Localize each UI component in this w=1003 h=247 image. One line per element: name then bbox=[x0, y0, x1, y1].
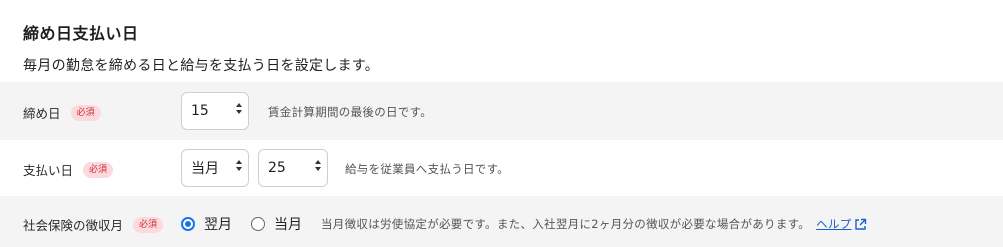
external-link-icon bbox=[854, 218, 866, 230]
closing-day-row: 締め日 必須 15 賃金計算期間の最後の日です。 bbox=[0, 82, 1003, 140]
pay-day-select[interactable]: 25 bbox=[258, 149, 328, 187]
closing-day-select[interactable]: 15 bbox=[181, 92, 249, 130]
up-down-arrows-icon bbox=[315, 160, 321, 171]
section-title: 締め日支払い日 bbox=[23, 24, 139, 43]
required-badge: 必須 bbox=[70, 104, 101, 121]
pay-day-label-group: 支払い日 必須 bbox=[23, 160, 114, 179]
pay-day-hint: 給与を従業員へ支払う日です。 bbox=[345, 162, 510, 176]
radio-next-month-label: 翌月 bbox=[204, 217, 232, 233]
closing-day-label-group: 締め日 必須 bbox=[23, 103, 101, 122]
social-insurance-label-group: 社会保険の徴収月 必須 bbox=[23, 215, 164, 234]
social-insurance-row: 社会保険の徴収月 必須 翌月 当月 当月徴収は労使協定が必要です。また、入社翌月… bbox=[0, 196, 1003, 247]
required-badge: 必須 bbox=[83, 161, 114, 178]
up-down-arrows-icon bbox=[236, 160, 242, 171]
radio-current-month-label: 当月 bbox=[274, 217, 302, 233]
radio-next-month[interactable]: 翌月 bbox=[181, 214, 232, 234]
help-link[interactable]: ヘルプ bbox=[816, 217, 866, 231]
closing-day-hint: 賃金計算期間の最後の日です。 bbox=[268, 105, 433, 119]
radio-checked-icon bbox=[181, 217, 195, 231]
social-insurance-hint: 当月徴収は労使協定が必要です。また、入社翌月に2ヶ月分の徴収が必要な場合がありま… bbox=[321, 216, 867, 232]
social-insurance-label: 社会保険の徴収月 bbox=[23, 218, 124, 233]
pay-month-select[interactable]: 当月 bbox=[181, 149, 249, 187]
closing-day-select-value: 15 bbox=[191, 103, 209, 119]
radio-unchecked-icon bbox=[251, 217, 265, 231]
pay-day-select-value: 25 bbox=[268, 160, 286, 176]
pay-day-label: 支払い日 bbox=[23, 163, 74, 178]
up-down-arrows-icon bbox=[236, 103, 242, 114]
pay-month-select-value: 当月 bbox=[191, 161, 219, 177]
section-description: 毎月の勤怠を締める日と給与を支払う日を設定します。 bbox=[23, 58, 380, 74]
pay-day-row: 支払い日 必須 当月 25 給与を従業員へ支払う日です。 bbox=[0, 140, 1003, 196]
closing-day-label: 締め日 bbox=[23, 106, 61, 121]
required-badge: 必須 bbox=[133, 216, 164, 233]
social-insurance-hint-text: 当月徴収は労使協定が必要です。また、入社翌月に2ヶ月分の徴収が必要な場合がありま… bbox=[321, 217, 811, 231]
radio-current-month[interactable]: 当月 bbox=[251, 214, 302, 234]
help-link-text: ヘルプ bbox=[816, 217, 852, 231]
